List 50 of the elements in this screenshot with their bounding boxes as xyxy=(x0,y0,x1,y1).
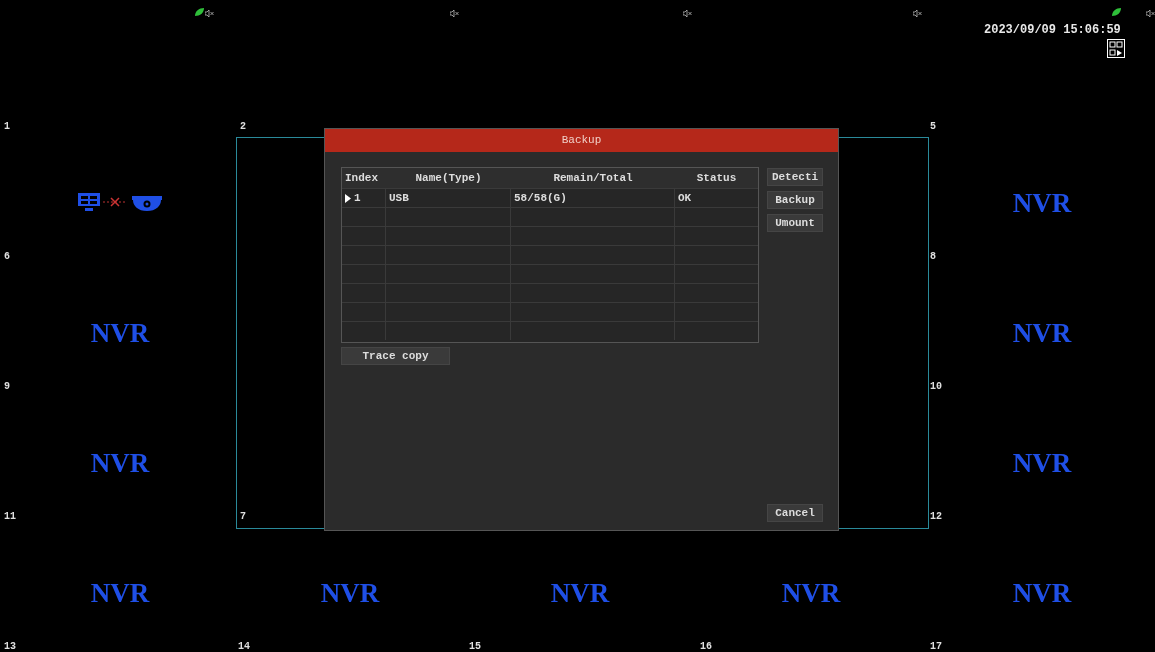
channel-number: 13 xyxy=(4,641,16,652)
mute-icon xyxy=(1146,9,1155,18)
channel-number: 8 xyxy=(930,251,936,262)
cancel-button[interactable]: Cancel xyxy=(767,504,823,522)
nvr-logo: NVR xyxy=(90,448,150,478)
leaf-icon xyxy=(1111,7,1122,17)
channel-number: 10 xyxy=(930,381,942,392)
channel-number: 17 xyxy=(930,641,942,652)
nvr-logo: NVR xyxy=(781,578,841,608)
grid-icon[interactable] xyxy=(1107,39,1125,58)
column-header: Index xyxy=(344,170,379,186)
mute-icon xyxy=(913,9,922,18)
column-header: Remain/Total xyxy=(552,170,634,186)
channel-number: 7 xyxy=(240,511,246,522)
mute-icon xyxy=(683,9,692,18)
table-cell-text: 58/58(G) xyxy=(514,190,567,206)
channel-number: 6 xyxy=(4,251,10,262)
trace-copy-button[interactable]: Trace copy xyxy=(341,347,450,365)
nvr-logo: NVR xyxy=(90,578,150,608)
channel-number: 15 xyxy=(469,641,481,652)
column-header: Name(Type) xyxy=(414,170,483,186)
channel-number: 5 xyxy=(930,121,936,132)
channel-number: 16 xyxy=(700,641,712,652)
channel-number: 14 xyxy=(238,641,250,652)
date-time: 2023/09/09 15:06:59 xyxy=(984,22,1121,39)
nvr-logo: NVR xyxy=(550,578,610,608)
side-button[interactable]: Detecti xyxy=(767,168,823,186)
nvr-logo: NVR xyxy=(1012,578,1072,608)
channel-number: 11 xyxy=(4,511,16,522)
mute-icon xyxy=(450,9,459,18)
dialog-title: Backup xyxy=(561,133,602,149)
nvr-logo: NVR xyxy=(90,318,150,348)
leaf-icon xyxy=(194,7,205,17)
table-row[interactable]: 1 USB 58/58(G) OK xyxy=(342,188,758,207)
nvr-logo: NVR xyxy=(1012,448,1072,478)
channel-number: 2 xyxy=(240,121,246,132)
selected-row-icon xyxy=(345,193,351,203)
nvr-logo: NVR xyxy=(1012,318,1072,348)
table-cell-text: OK xyxy=(678,190,692,206)
table-cell-text: USB xyxy=(389,190,409,206)
channel-number: 12 xyxy=(930,511,942,522)
nvr-logo: NVR xyxy=(320,578,380,608)
side-button[interactable]: Umount xyxy=(767,214,823,232)
column-header: Status xyxy=(695,170,738,186)
table-cell-text: 1 xyxy=(354,190,361,206)
mute-icon xyxy=(205,9,214,18)
channel-number: 1 xyxy=(4,121,10,132)
side-button[interactable]: Backup xyxy=(767,191,823,209)
channel-number: 9 xyxy=(4,381,10,392)
nvr-logo: NVR xyxy=(1012,188,1072,218)
